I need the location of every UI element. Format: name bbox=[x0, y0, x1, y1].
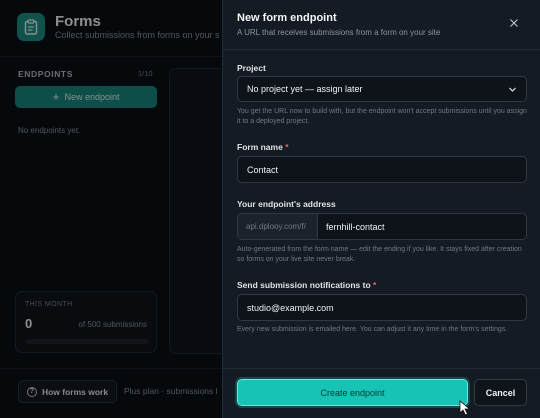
mouse-cursor-icon bbox=[459, 400, 471, 416]
notify-help-text: Every new submission is emailed here. Yo… bbox=[237, 326, 508, 333]
endpoint-address-field: api.dplooy.com/f/ fernhill-contact bbox=[237, 213, 527, 240]
drawer-title: New form endpoint bbox=[237, 12, 337, 24]
form-name-label-text: Form name bbox=[237, 142, 283, 152]
notify-email-input[interactable]: studio@example.com bbox=[237, 294, 527, 321]
required-mark: * bbox=[285, 142, 289, 152]
form-name-input[interactable]: Contact bbox=[237, 156, 527, 183]
create-endpoint-button[interactable]: Create endpoint bbox=[237, 379, 468, 406]
drawer-footer-divider bbox=[223, 368, 540, 369]
address-slug-input[interactable]: fernhill-contact bbox=[318, 214, 526, 239]
project-label: Project bbox=[237, 63, 266, 73]
project-select[interactable]: No project yet — assign later bbox=[237, 76, 527, 102]
drawer-subtitle: A URL that receives submissions from a f… bbox=[237, 28, 441, 37]
address-prefix: api.dplooy.com/f/ bbox=[238, 214, 318, 239]
required-mark: * bbox=[373, 280, 377, 290]
address-label: Your endpoint's address bbox=[237, 199, 336, 209]
address-help-text: Auto-generated from the form name — edit… bbox=[237, 246, 522, 263]
cancel-button[interactable]: Cancel bbox=[474, 379, 527, 406]
form-name-label: Form name * bbox=[237, 142, 289, 152]
drawer-header-divider bbox=[223, 49, 540, 50]
notify-label: Send submission notifications to * bbox=[237, 280, 376, 290]
project-select-value: No project yet — assign later bbox=[247, 84, 363, 94]
project-help-text: You get the URL now to build with, but t… bbox=[237, 108, 527, 125]
close-button[interactable] bbox=[507, 16, 521, 30]
notify-email-value: studio@example.com bbox=[247, 302, 334, 313]
form-name-value: Contact bbox=[247, 164, 279, 175]
notify-label-text: Send submission notifications to bbox=[237, 280, 371, 290]
chevron-down-icon bbox=[509, 87, 516, 92]
address-slug-value: fernhill-contact bbox=[326, 221, 385, 232]
close-icon bbox=[510, 19, 518, 27]
new-endpoint-drawer: New form endpoint A URL that receives su… bbox=[222, 0, 540, 418]
